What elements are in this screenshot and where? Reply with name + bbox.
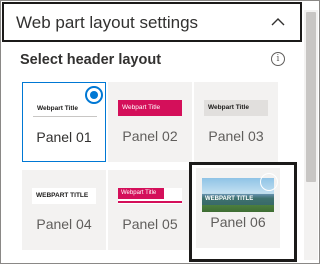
- tile-label: Panel 03: [208, 128, 264, 144]
- tile-label: Panel 01: [36, 129, 92, 145]
- tile-label: Panel 05: [122, 216, 178, 232]
- layout-tile-panel-03[interactable]: Webpart Title Panel 03: [194, 82, 278, 162]
- focus-outline: [189, 162, 297, 262]
- thumb-preview: Webpart Title: [204, 100, 268, 116]
- thumb-title: WEBPART TITLE: [36, 192, 89, 199]
- thumb-banner: Webpart Title: [118, 188, 164, 199]
- layout-tile-panel-01[interactable]: Webpart Title Panel 01: [22, 82, 106, 162]
- tile-label: Panel 02: [122, 128, 178, 144]
- thumb-underline: [118, 201, 182, 203]
- header-title: Web part layout settings: [16, 13, 199, 32]
- section-title: Select header layout: [20, 52, 162, 68]
- thumb-title: Webpart Title: [122, 104, 161, 111]
- radio-selected-icon[interactable]: [85, 86, 103, 104]
- thumb-title: Webpart Title: [208, 104, 249, 111]
- layout-tile-panel-04[interactable]: WEBPART TITLE Panel 04: [22, 170, 106, 250]
- thumb-title: Webpart Title: [37, 105, 78, 112]
- scrollbar-thumb[interactable]: [306, 12, 316, 182]
- chevron-up-icon[interactable]: [268, 12, 288, 32]
- thumb-title: Webpart Title: [121, 190, 157, 196]
- tile-label: Panel 04: [36, 216, 92, 232]
- thumb-preview: WEBPART TITLE: [32, 188, 96, 204]
- thumb-preview: Webpart Title: [118, 188, 182, 204]
- thumb-preview: Webpart Title: [33, 101, 97, 117]
- thumb-preview: Webpart Title: [118, 100, 182, 116]
- layout-tile-panel-05[interactable]: Webpart Title Panel 05: [108, 170, 192, 250]
- info-icon[interactable]: i: [271, 52, 285, 66]
- layout-settings-header[interactable]: Web part layout settings: [2, 2, 302, 42]
- layout-tile-panel-02[interactable]: Webpart Title Panel 02: [108, 82, 192, 162]
